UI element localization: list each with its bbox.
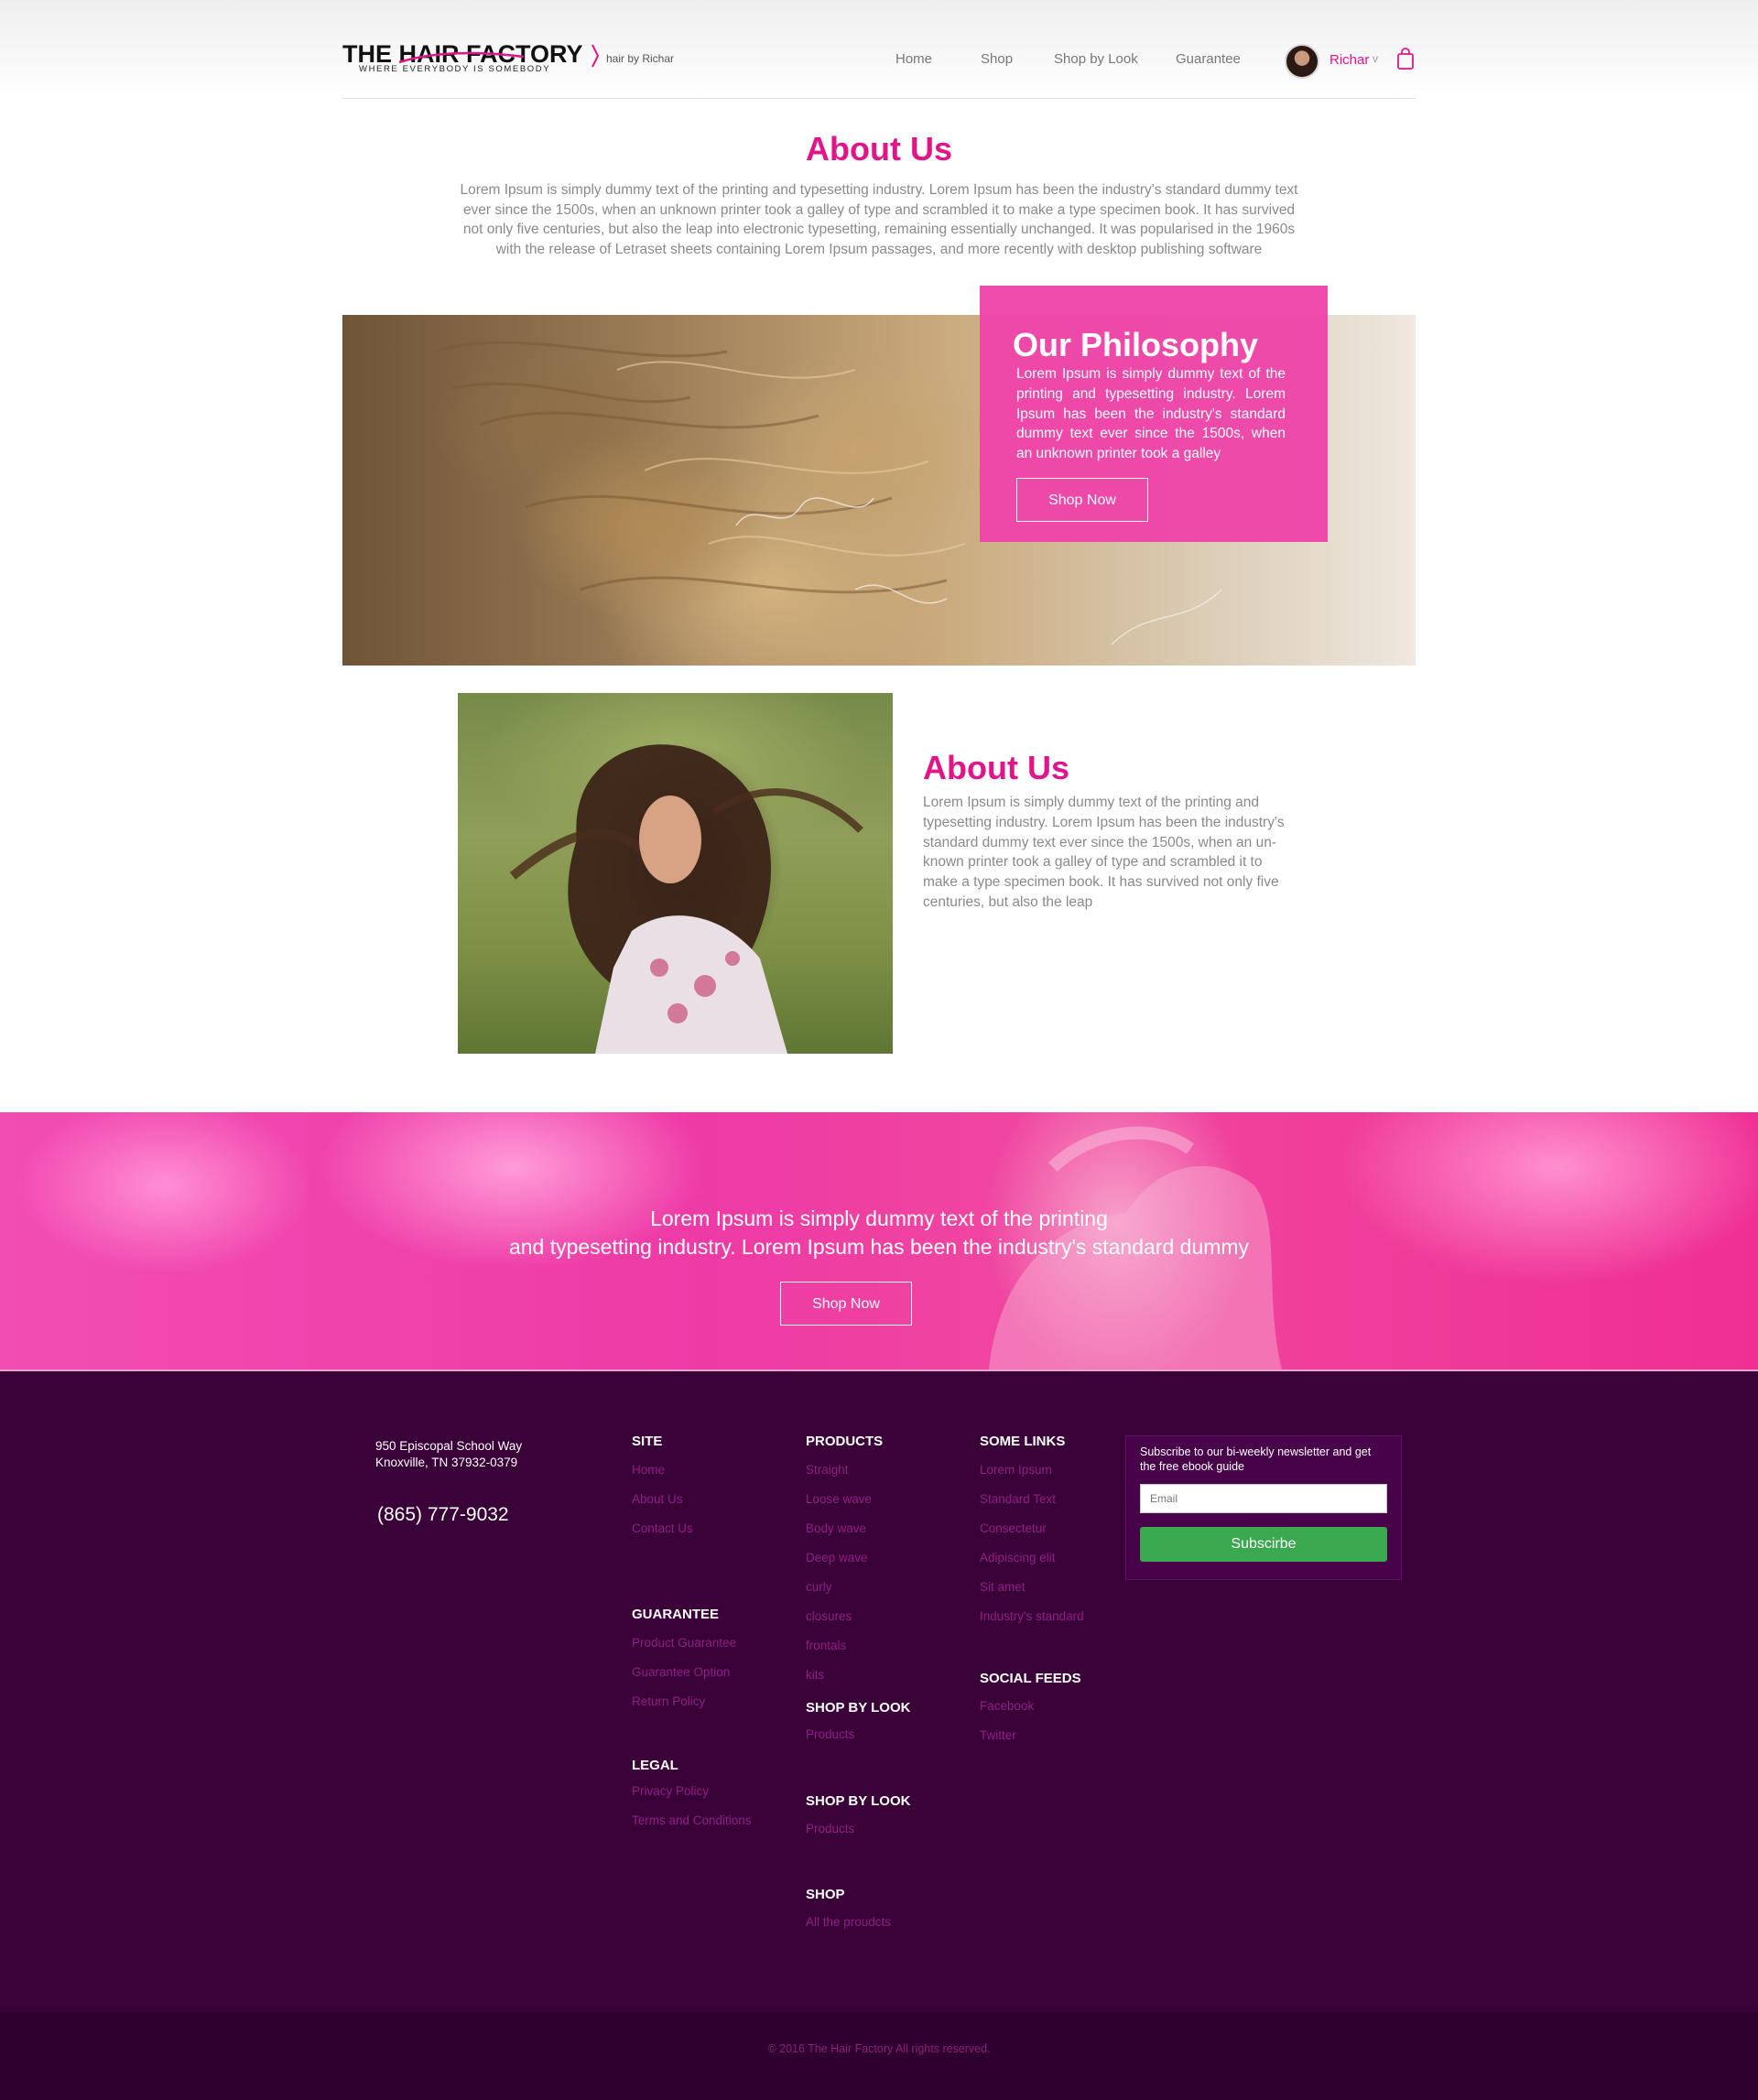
footer-link-products-2[interactable]: Products <box>806 1814 854 1844</box>
footer-link-standard-text[interactable]: Standard Text <box>980 1485 1084 1514</box>
footer-site-list: Home About Us Contact Us <box>632 1456 693 1543</box>
newsletter-subscribe-button[interactable]: Subscirbe <box>1140 1527 1387 1562</box>
footer-legal-list: Privacy Policy Terms and Conditions <box>632 1777 752 1835</box>
footer-shop-by-look-list-2: Products <box>806 1814 854 1844</box>
footer-phone: (865) 777-9032 <box>377 1504 509 1525</box>
logo-tagline: WHERE EVERYBODY IS SOMEBODY <box>359 64 551 74</box>
footer-social-list: Facebook Twitter <box>980 1692 1034 1750</box>
footer-link-product-guarantee[interactable]: Product Guarantee <box>632 1629 736 1658</box>
footer-link-products[interactable]: Products <box>806 1720 854 1749</box>
footer-link-lorem-ipsum[interactable]: Lorem Ipsum <box>980 1456 1084 1485</box>
footer-link-consectetur[interactable]: Consectetur <box>980 1514 1084 1543</box>
footer-site-heading: SITE <box>632 1434 663 1449</box>
user-name[interactable]: Richar <box>1329 52 1369 68</box>
footer-link-terms[interactable]: Terms and Conditions <box>632 1806 752 1835</box>
footer-link-curly[interactable]: curly <box>806 1573 872 1602</box>
footer-shop-heading: SHOP <box>806 1887 845 1902</box>
philosophy-text: Lorem Ipsum is simply dummy text of the … <box>1016 366 1286 462</box>
nav-guarantee[interactable]: Guarantee <box>1176 51 1241 67</box>
header-divider <box>342 98 1416 99</box>
footer-products-list: Straight Loose wave Body wave Deep wave … <box>806 1456 872 1690</box>
site-header <box>0 0 1758 101</box>
footer-link-about-us[interactable]: About Us <box>632 1485 693 1514</box>
footer-shop-by-look-heading: SHOP BY LOOK <box>806 1700 911 1716</box>
site-logo[interactable]: THE HAIR FACTORY WHERE EVERYBODY IS SOME… <box>342 40 585 77</box>
nav-home[interactable]: Home <box>895 51 932 67</box>
user-avatar[interactable] <box>1285 44 1319 79</box>
footer-link-return-policy[interactable]: Return Policy <box>632 1687 736 1716</box>
newsletter-email-input[interactable] <box>1140 1484 1387 1513</box>
footer-link-sit-amet[interactable]: Sit amet <box>980 1573 1084 1602</box>
woman-portrait-image <box>458 693 893 1054</box>
nav-shop-by-look[interactable]: Shop by Look <box>1054 51 1138 67</box>
footer-social-heading: SOCIAL FEEDS <box>980 1671 1081 1686</box>
nav-shop[interactable]: Shop <box>981 51 1013 67</box>
footer-bottom-bar <box>0 2012 1758 2100</box>
footer-shop-by-look-list: Products <box>806 1720 854 1749</box>
footer-shop-list: All the proudcts <box>806 1908 891 1937</box>
footer-link-frontals[interactable]: frontals <box>806 1631 872 1661</box>
footer-legal-heading: LEGAL <box>632 1758 678 1773</box>
address-line-1: 950 Episcopal School Way <box>375 1439 523 1453</box>
about-us-secondary-title: About Us <box>923 749 1069 786</box>
shopping-bag-icon[interactable] <box>1396 48 1415 70</box>
footer-link-deep-wave[interactable]: Deep wave <box>806 1543 872 1573</box>
footer-link-closures[interactable]: closures <box>806 1602 872 1631</box>
banner-line-1: Lorem Ipsum is simply dummy text of the … <box>650 1207 1108 1230</box>
footer-guarantee-heading: GUARANTEE <box>632 1607 720 1622</box>
footer-guarantee-list: Product Guarantee Guarantee Option Retur… <box>632 1629 736 1716</box>
copyright-text: © 2016 The Hair Factory All rights reser… <box>767 2042 991 2055</box>
footer-link-loose-wave[interactable]: Loose wave <box>806 1485 872 1514</box>
footer-link-adipiscing-elit[interactable]: Adipiscing elit <box>980 1543 1084 1573</box>
philosophy-title: Our Philosophy <box>1013 326 1259 363</box>
address-line-2: Knoxville, TN 37932-0379 <box>375 1456 518 1469</box>
footer-some-links-heading: SOME LINKS <box>980 1434 1066 1449</box>
footer-link-body-wave[interactable]: Body wave <box>806 1514 872 1543</box>
banner-shop-now-button[interactable]: Shop Now <box>780 1282 912 1326</box>
footer-link-kits[interactable]: kits <box>806 1661 872 1690</box>
footer-link-guarantee-option[interactable]: Guarantee Option <box>632 1658 736 1687</box>
philosophy-shop-now-button[interactable]: Shop Now <box>1016 478 1148 522</box>
portrait-figure <box>509 744 863 1054</box>
about-us-secondary-text: Lorem Ipsum is simply dummy text of the … <box>923 795 1285 910</box>
footer-products-heading: PRODUCTS <box>806 1434 884 1449</box>
user-menu-caret[interactable]: v <box>1373 52 1378 65</box>
footer-link-straight[interactable]: Straight <box>806 1456 872 1485</box>
about-us-intro-text: Lorem Ipsum is simply dummy text of the … <box>460 182 1298 257</box>
banner-text: Lorem Ipsum is simply dummy text of the … <box>0 1205 1758 1261</box>
logo-subtitle: hair by Richar <box>606 52 675 65</box>
newsletter-text: Subscribe to our bi-weekly newsletter an… <box>1140 1445 1372 1473</box>
footer-link-twitter[interactable]: Twitter <box>980 1721 1034 1750</box>
footer-link-all-products[interactable]: All the proudcts <box>806 1908 891 1937</box>
footer-some-links-list: Lorem Ipsum Standard Text Consectetur Ad… <box>980 1456 1084 1631</box>
footer-link-facebook[interactable]: Facebook <box>980 1692 1034 1721</box>
banner-line-2: and typesetting industry. Lorem Ipsum ha… <box>508 1235 1250 1259</box>
footer-link-home[interactable]: Home <box>632 1456 693 1485</box>
about-us-title: About Us <box>806 130 952 168</box>
footer-link-privacy-policy[interactable]: Privacy Policy <box>632 1777 752 1806</box>
footer-shop-by-look-heading-2: SHOP BY LOOK <box>806 1793 911 1809</box>
footer-link-industrys-standard[interactable]: Industry's standard <box>980 1602 1084 1631</box>
footer-address: 950 Episcopal School Way Knoxville, TN 3… <box>375 1438 522 1471</box>
logo-divider-icon <box>591 44 600 68</box>
footer-link-contact-us[interactable]: Contact Us <box>632 1514 693 1543</box>
